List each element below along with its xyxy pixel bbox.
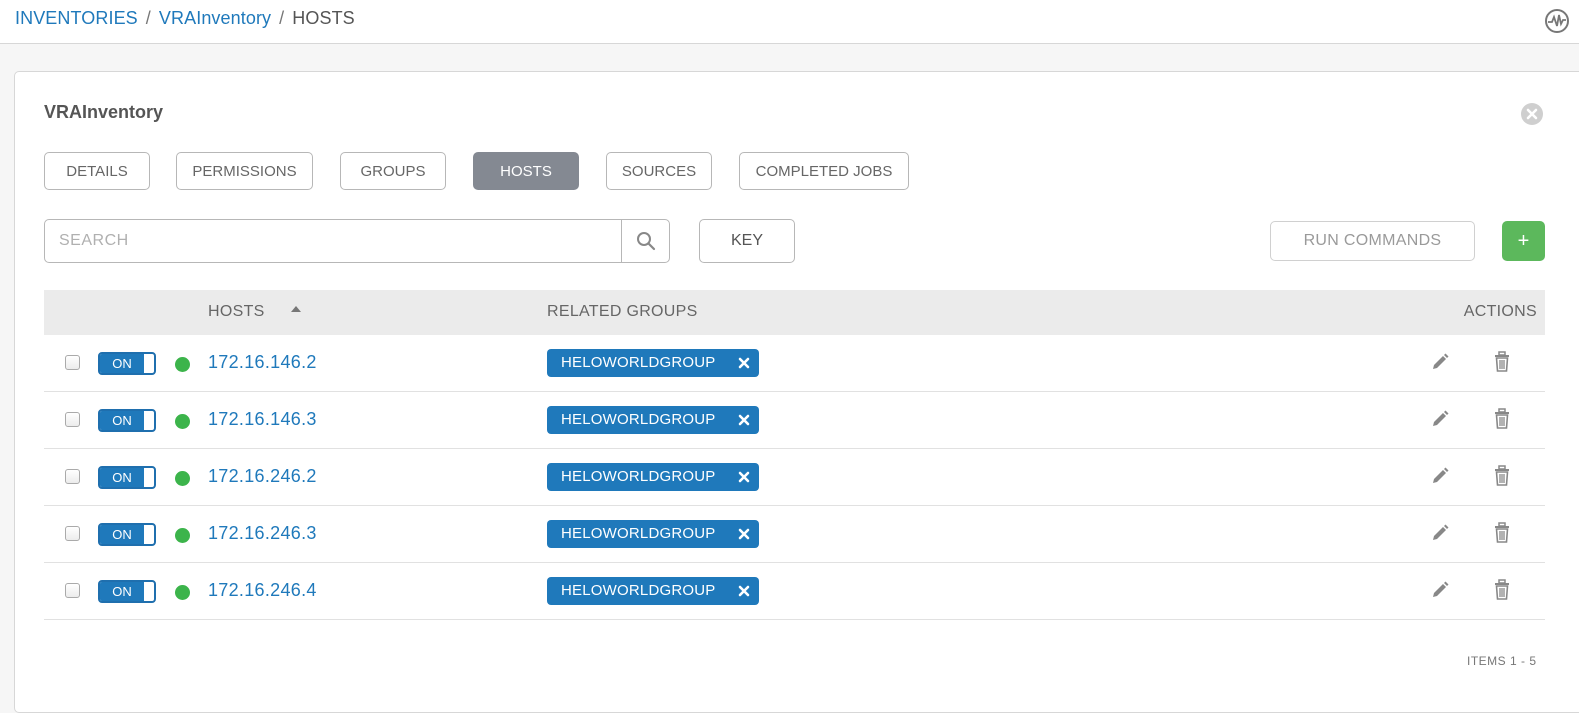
remove-x-icon[interactable] xyxy=(737,413,751,427)
related-group-tag[interactable]: HELOWORLDGROUP xyxy=(547,577,759,605)
host-enabled-toggle[interactable]: ON xyxy=(98,580,156,603)
trash-icon[interactable] xyxy=(1492,465,1512,487)
pencil-icon[interactable] xyxy=(1430,352,1450,372)
search-icon xyxy=(637,232,656,251)
add-host-button[interactable]: + xyxy=(1502,221,1545,261)
tab-sources[interactable]: SOURCES xyxy=(606,152,712,190)
table-header: HOSTS RELATED GROUPS ACTIONS xyxy=(44,290,1545,335)
trash-icon[interactable] xyxy=(1492,522,1512,544)
toggle-on-label: ON xyxy=(100,354,144,373)
group-tag-label: HELOWORLDGROUP xyxy=(561,468,716,485)
items-count: ITEMS 1 - 5 xyxy=(1467,654,1537,668)
host-status-icon xyxy=(175,414,190,429)
row-checkbox[interactable] xyxy=(65,583,80,598)
trash-icon[interactable] xyxy=(1492,408,1512,430)
search-button[interactable] xyxy=(621,220,670,262)
host-enabled-toggle[interactable]: ON xyxy=(98,409,156,432)
host-name-link[interactable]: 172.16.246.3 xyxy=(208,523,317,544)
inventory-card: VRAInventory DETAILS PERMISSIONS GROUPS … xyxy=(14,71,1579,713)
sort-ascending-icon[interactable] xyxy=(289,303,303,317)
host-name-link[interactable]: 172.16.246.4 xyxy=(208,580,317,601)
column-header-hosts[interactable]: HOSTS xyxy=(208,303,265,321)
row-checkbox[interactable] xyxy=(65,469,80,484)
remove-x-icon[interactable] xyxy=(737,584,751,598)
tab-groups[interactable]: GROUPS xyxy=(340,152,446,190)
breadcrumb: INVENTORIES / VRAInventory / HOSTS xyxy=(15,8,355,29)
breadcrumb-separator: / xyxy=(145,8,151,28)
host-name-link[interactable]: 172.16.246.2 xyxy=(208,466,317,487)
remove-x-icon[interactable] xyxy=(737,527,751,541)
key-button[interactable]: KEY xyxy=(699,219,795,263)
pencil-icon[interactable] xyxy=(1430,409,1450,429)
table-row: ON 172.16.246.3 HELOWORLDGROUP xyxy=(44,506,1545,563)
group-tag-label: HELOWORLDGROUP xyxy=(561,582,716,599)
column-header-related-groups: RELATED GROUPS xyxy=(547,303,698,320)
host-name-link[interactable]: 172.16.146.3 xyxy=(208,409,317,430)
pencil-icon[interactable] xyxy=(1430,466,1450,486)
card-title: VRAInventory xyxy=(44,102,164,122)
column-header-actions: ACTIONS xyxy=(1463,303,1537,320)
related-group-tag[interactable]: HELOWORLDGROUP xyxy=(547,463,759,491)
pencil-icon[interactable] xyxy=(1430,523,1450,543)
activity-stream-icon[interactable] xyxy=(1544,8,1570,34)
trash-icon[interactable] xyxy=(1492,351,1512,373)
pencil-icon[interactable] xyxy=(1430,580,1450,600)
search-box xyxy=(44,219,670,263)
trash-icon[interactable] xyxy=(1492,579,1512,601)
related-group-tag[interactable]: HELOWORLDGROUP xyxy=(547,349,759,377)
toggle-on-label: ON xyxy=(100,411,144,430)
tab-permissions[interactable]: PERMISSIONS xyxy=(176,152,313,190)
breadcrumb-separator: / xyxy=(279,8,285,28)
row-checkbox[interactable] xyxy=(65,412,80,427)
table-row: ON 172.16.246.2 HELOWORLDGROUP xyxy=(44,449,1545,506)
row-checkbox[interactable] xyxy=(65,526,80,541)
table-row: ON 172.16.246.4 HELOWORLDGROUP xyxy=(44,563,1545,620)
related-group-tag[interactable]: HELOWORLDGROUP xyxy=(547,520,759,548)
row-checkbox[interactable] xyxy=(65,355,80,370)
tab-details[interactable]: DETAILS xyxy=(44,152,150,190)
host-status-icon xyxy=(175,585,190,600)
table-row: ON 172.16.146.3 HELOWORLDGROUP xyxy=(44,392,1545,449)
tab-hosts[interactable]: HOSTS xyxy=(473,152,579,190)
remove-x-icon[interactable] xyxy=(737,470,751,484)
host-status-icon xyxy=(175,357,190,372)
host-name-link[interactable]: 172.16.146.2 xyxy=(208,352,317,373)
related-group-tag[interactable]: HELOWORLDGROUP xyxy=(547,406,759,434)
host-status-icon xyxy=(175,471,190,486)
remove-x-icon[interactable] xyxy=(737,356,751,370)
close-icon[interactable] xyxy=(1520,102,1544,126)
tab-completed-jobs[interactable]: COMPLETED JOBS xyxy=(739,152,909,190)
breadcrumb-inventories[interactable]: INVENTORIES xyxy=(15,8,138,28)
group-tag-label: HELOWORLDGROUP xyxy=(561,525,716,542)
run-commands-button[interactable]: RUN COMMANDS xyxy=(1270,221,1475,261)
breadcrumb-inventory[interactable]: VRAInventory xyxy=(159,8,271,28)
host-enabled-toggle[interactable]: ON xyxy=(98,466,156,489)
group-tag-label: HELOWORLDGROUP xyxy=(561,411,716,428)
toggle-on-label: ON xyxy=(100,468,144,487)
host-enabled-toggle[interactable]: ON xyxy=(98,523,156,546)
host-enabled-toggle[interactable]: ON xyxy=(98,352,156,375)
group-tag-label: HELOWORLDGROUP xyxy=(561,354,716,371)
breadcrumb-hosts: HOSTS xyxy=(292,8,355,28)
search-input[interactable] xyxy=(45,220,621,262)
toggle-on-label: ON xyxy=(100,525,144,544)
toggle-on-label: ON xyxy=(100,582,144,601)
table-row: ON 172.16.146.2 HELOWORLDGROUP xyxy=(44,335,1545,392)
host-status-icon xyxy=(175,528,190,543)
top-bar: INVENTORIES / VRAInventory / HOSTS xyxy=(0,0,1579,44)
